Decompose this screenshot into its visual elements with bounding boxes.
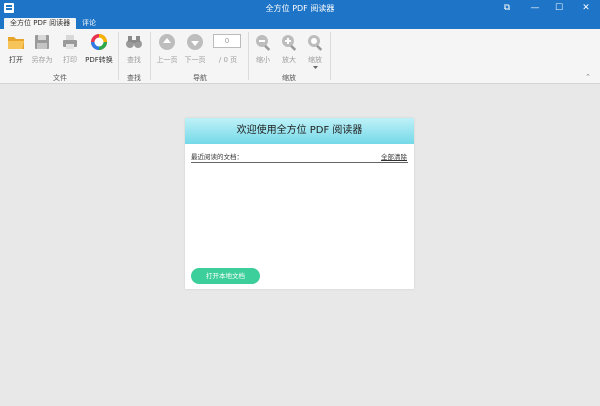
pdf-convert-label: PDF转换 [85, 56, 113, 64]
zoom-icon [308, 35, 323, 51]
next-page-label: 下一页 [184, 56, 206, 64]
zoom-in-label: 放大 [282, 56, 296, 64]
zoom-in-button[interactable]: 放大 [278, 33, 300, 65]
ribbon-separator [330, 32, 331, 80]
print-label: 打印 [63, 56, 77, 64]
print-button[interactable]: 打印 [59, 33, 81, 65]
prev-page-label: 上一页 [156, 56, 178, 64]
ribbon-separator [150, 32, 151, 80]
folder-icon [8, 37, 24, 49]
zoom-out-label: 缩小 [256, 56, 270, 64]
open-local-document-button[interactable]: 打开本地文档 [191, 268, 260, 284]
prev-page-button[interactable]: 上一页 [155, 33, 179, 65]
pdf-convert-icon [91, 34, 107, 50]
recent-divider [191, 162, 408, 163]
chevron-down-icon [312, 66, 318, 69]
binoculars-icon [126, 36, 142, 48]
close-button[interactable]: ✕ [572, 0, 600, 17]
zoom-out-button[interactable]: 缩小 [252, 33, 274, 65]
page-total-label: / 0 页 [218, 56, 238, 64]
find-label: 查找 [127, 56, 141, 64]
recent-documents-label: 最近阅读的文档： [191, 153, 243, 161]
arrow-down-icon [187, 34, 203, 50]
tab-bar: 全方位 PDF 阅读器 评论 [0, 17, 600, 29]
arrow-up-icon [159, 34, 175, 50]
welcome-panel: 欢迎使用全方位 PDF 阅读器 最近阅读的文档： 全部清除 打开本地文档 [185, 118, 414, 289]
title-bar: 全方位 PDF 阅读器 ⧉ — ☐ ✕ [0, 0, 600, 17]
ribbon-toolbar: 打开 另存为 打印 PDF转换 文件 查找 查找 上一页 下一页 0 / 0 页… [0, 29, 600, 84]
ribbon-separator [248, 32, 249, 80]
maximize-button[interactable]: ☐ [545, 0, 573, 17]
save-icon [35, 35, 49, 49]
collapse-ribbon-icon[interactable]: ⌃ [585, 73, 591, 81]
next-page-button[interactable]: 下一页 [183, 33, 207, 65]
tab-comments[interactable]: 评论 [76, 18, 102, 29]
find-button[interactable]: 查找 [123, 33, 145, 65]
open-label: 打开 [9, 56, 23, 64]
group-label-navigation: 导航 [193, 74, 207, 82]
welcome-title: 欢迎使用全方位 PDF 阅读器 [185, 118, 414, 144]
printer-icon [63, 35, 77, 49]
pdf-convert-button[interactable]: PDF转换 [85, 33, 113, 65]
group-label-find: 查找 [127, 74, 141, 82]
group-label-file: 文件 [53, 74, 67, 82]
zoom-in-icon [282, 35, 297, 51]
save-as-button[interactable]: 另存为 [31, 33, 53, 65]
open-button[interactable]: 打开 [5, 33, 27, 65]
group-label-zoom: 缩放 [282, 74, 296, 82]
zoom-label: 缩放 [308, 56, 322, 64]
pin-button[interactable]: ⧉ [493, 0, 521, 17]
save-as-label: 另存为 [31, 56, 53, 64]
page-number-input[interactable]: 0 [213, 34, 241, 48]
clear-all-link[interactable]: 全部清除 [381, 151, 407, 161]
tab-reader[interactable]: 全方位 PDF 阅读器 [4, 18, 77, 29]
ribbon-separator [118, 32, 119, 80]
zoom-out-icon [256, 35, 271, 51]
zoom-dropdown-button[interactable]: 缩放 [304, 33, 326, 69]
